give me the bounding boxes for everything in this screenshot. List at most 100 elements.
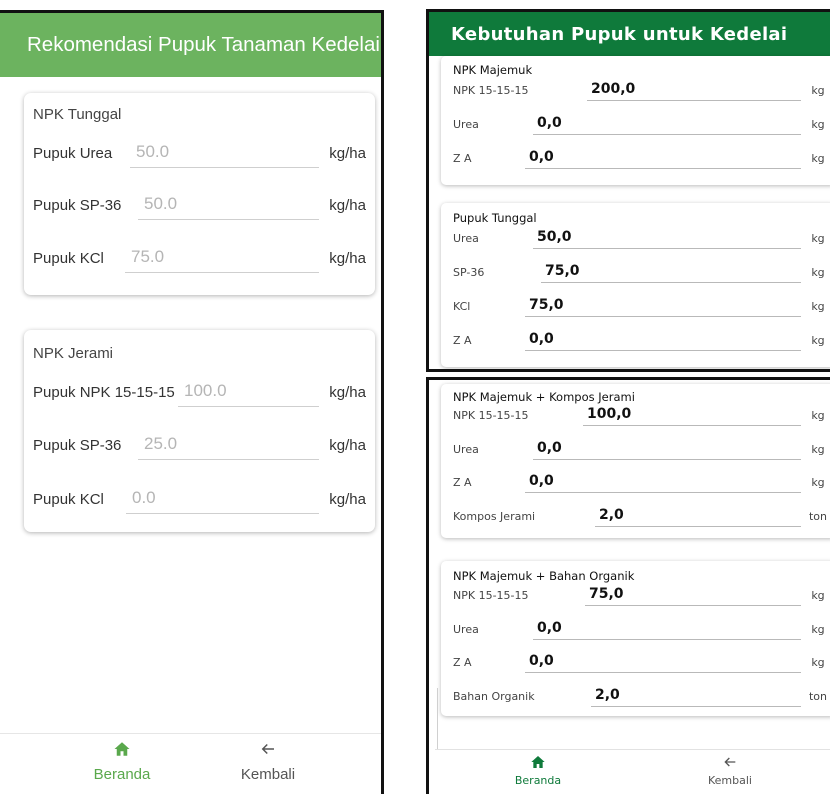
app-bar: Rekomendasi Pupuk Tanaman Kedelai (0, 13, 381, 77)
field-label: Urea (453, 623, 479, 636)
unit-label: kg (811, 623, 825, 636)
card-title: NPK Majemuk + Bahan Organik (453, 569, 635, 583)
nav-beranda[interactable]: Beranda (483, 754, 593, 787)
nav-label: Kembali (708, 774, 752, 787)
field-label: KCl (453, 300, 471, 313)
card-majemuk-kompos: NPK Majemuk + Kompos Jerami NPK 15-15-15… (441, 384, 830, 538)
input-underline (525, 492, 801, 493)
kcl-field[interactable]: 0.0 (132, 488, 156, 508)
field-label: Pupuk NPK 15-15-15 (33, 384, 175, 401)
input-row-urea: Urea 50,0 kg (453, 227, 830, 249)
urea-field[interactable]: 50.0 (136, 142, 169, 162)
input-row-npk: Pupuk NPK 15-15-15 100.0 kg/ha (33, 377, 366, 407)
field-label: Pupuk SP-36 (33, 437, 122, 454)
field-label: NPK 15-15-15 (453, 409, 529, 422)
npk-field[interactable]: 100.0 (184, 381, 227, 401)
input-underline (138, 459, 319, 460)
urea-field[interactable]: 0,0 (537, 115, 562, 131)
field-label: Z A (453, 476, 472, 489)
card-title: NPK Jerami (33, 345, 114, 362)
input-underline (130, 167, 319, 168)
organik-field[interactable]: 2,0 (595, 687, 620, 703)
urea-field[interactable]: 0,0 (537, 620, 562, 636)
nav-kembali[interactable]: Kembali (208, 740, 328, 783)
unit-label: kg/ha (329, 384, 366, 401)
input-underline (585, 605, 801, 606)
nav-label: Kembali (240, 766, 296, 783)
unit-label: ton (808, 690, 827, 703)
card-npk-tunggal: NPK Tunggal Pupuk Urea 50.0 kg/ha Pupuk … (24, 93, 375, 295)
field-label: Pupuk KCl (33, 250, 104, 267)
field-label: SP-36 (453, 266, 485, 279)
input-underline (178, 406, 319, 407)
card-title: NPK Majemuk + Kompos Jerami (453, 390, 635, 404)
sp36-field[interactable]: 50.0 (144, 194, 177, 214)
npk-field[interactable]: 200,0 (591, 81, 635, 97)
field-label: Urea (453, 118, 479, 131)
input-row-sp36: SP-36 75,0 kg (453, 261, 830, 283)
kcl-field[interactable]: 75,0 (529, 297, 564, 313)
input-row-kcl: Pupuk KCl 75.0 kg/ha (33, 243, 366, 273)
unit-label: kg (811, 266, 825, 279)
input-underline (533, 459, 801, 460)
unit-label: kg/ha (329, 250, 366, 267)
input-underline (525, 672, 801, 673)
za-field[interactable]: 0,0 (529, 331, 554, 347)
npk-field[interactable]: 75,0 (589, 586, 624, 602)
unit-label: ton (808, 510, 827, 523)
app-bar: Kebutuhan Pupuk untuk Kedelai (429, 12, 830, 56)
input-row-urea: Urea 0,0 kg (453, 438, 830, 460)
unit-label: kg (811, 118, 825, 131)
nav-kembali[interactable]: Kembali (675, 754, 785, 787)
card-npk-majemuk: NPK Majemuk NPK 15-15-15 200,0 kg Urea 0… (441, 56, 830, 185)
input-row-organik: Bahan Organik 2,0 ton (453, 685, 830, 707)
input-underline (591, 706, 801, 707)
unit-label: kg (811, 300, 825, 313)
za-field[interactable]: 0,0 (529, 473, 554, 489)
card-npk-jerami: NPK Jerami Pupuk NPK 15-15-15 100.0 kg/h… (24, 330, 375, 532)
field-label: NPK 15-15-15 (453, 84, 529, 97)
input-row-za: Z A 0,0 kg (453, 147, 830, 169)
kcl-field[interactable]: 75.0 (131, 247, 164, 267)
field-label: NPK 15-15-15 (453, 589, 529, 602)
input-row-sp36: Pupuk SP-36 25.0 kg/ha (33, 430, 366, 460)
unit-label: kg (811, 476, 825, 489)
unit-label: kg/ha (329, 145, 366, 162)
sp36-field[interactable]: 75,0 (545, 263, 580, 279)
input-row-kompos: Kompos Jerami 2,0 ton (453, 505, 830, 527)
field-label: Pupuk KCl (33, 491, 104, 508)
input-underline (138, 219, 319, 220)
nav-beranda[interactable]: Beranda (62, 740, 182, 783)
urea-field[interactable]: 0,0 (537, 440, 562, 456)
field-label: Z A (453, 656, 472, 669)
unit-label: kg (811, 443, 825, 456)
page-title: Rekomendasi Pupuk Tanaman Kedelai (27, 33, 380, 56)
field-label: Pupuk SP-36 (33, 197, 122, 214)
card-title: NPK Majemuk (453, 63, 533, 77)
unit-label: kg (811, 84, 825, 97)
input-underline (126, 513, 319, 514)
card-title: NPK Tunggal (33, 106, 122, 123)
unit-label: kg/ha (329, 197, 366, 214)
kompos-field[interactable]: 2,0 (599, 507, 624, 523)
input-underline (533, 134, 801, 135)
input-row-urea: Pupuk Urea 50.0 kg/ha (33, 138, 366, 168)
unit-label: kg (811, 334, 825, 347)
left-screen: Rekomendasi Pupuk Tanaman Kedelai NPK Tu… (0, 10, 384, 794)
sp36-field[interactable]: 25.0 (144, 434, 177, 454)
nav-label: Beranda (93, 766, 151, 783)
input-row-za: Z A 0,0 kg (453, 329, 830, 351)
urea-field[interactable]: 50,0 (537, 229, 572, 245)
npk-field[interactable]: 100,0 (587, 406, 631, 422)
za-field[interactable]: 0,0 (529, 149, 554, 165)
field-label: Urea (453, 232, 479, 245)
unit-label: kg (811, 232, 825, 245)
unit-label: kg (811, 152, 825, 165)
divider (437, 688, 438, 758)
bottom-nav: Beranda Kembali (0, 733, 381, 794)
field-label: Z A (453, 334, 472, 347)
field-label: Pupuk Urea (33, 145, 113, 162)
input-row-kcl: Pupuk KCl 0.0 kg/ha (33, 484, 366, 514)
za-field[interactable]: 0,0 (529, 653, 554, 669)
input-underline (525, 316, 801, 317)
